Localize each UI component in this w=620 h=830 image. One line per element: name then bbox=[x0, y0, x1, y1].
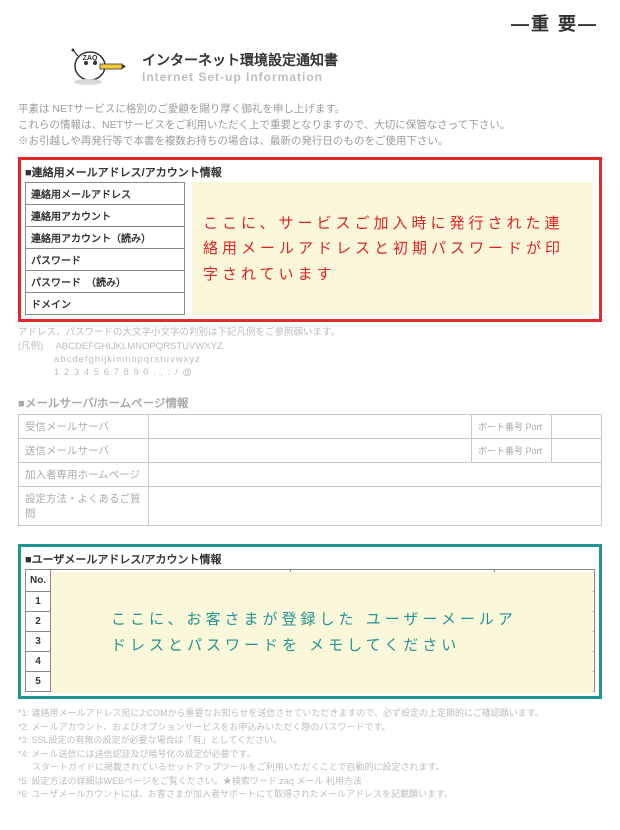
user-info-box: ■ユーザメールアドレス/アカウント情報 No. ユーザメールアドレス アカウント… bbox=[18, 544, 602, 699]
zaq-logo: ZAQ bbox=[68, 46, 128, 88]
section-title-user: ■ユーザメールアドレス/アカウント情報 bbox=[25, 551, 595, 567]
contact-row-account-read: 連絡用アカウント（読み） bbox=[26, 227, 185, 249]
recv-server-value bbox=[149, 415, 472, 439]
recv-server-label: 受信メールサーバ bbox=[19, 415, 149, 439]
send-port-value bbox=[552, 439, 602, 463]
send-server-value bbox=[149, 439, 472, 463]
send-server-label: 送信メールサーバ bbox=[19, 439, 149, 463]
important-label: ―重 要― bbox=[18, 10, 602, 36]
row-1-no: 1 bbox=[26, 592, 51, 612]
contact-row-email: 連絡用メールアドレス bbox=[26, 183, 185, 205]
row-5-no: 5 bbox=[26, 672, 51, 692]
contact-overlay: ここに、サービスご加入時に発行された連絡用メールアドレスと初期パスワードが印字さ… bbox=[191, 182, 593, 315]
section-title-server: ■メールサーバ/ホームページ情報 bbox=[18, 395, 602, 411]
intro-text: 平素は NETサービスに格別のご愛顧を賜り厚く御礼を申し上げます。 これらの情報… bbox=[18, 102, 602, 149]
send-port-label: ポート番号 Port bbox=[472, 439, 552, 463]
contact-row-domain: ドメイン bbox=[26, 293, 185, 315]
recv-port-value bbox=[552, 415, 602, 439]
section-title-contact: ■連絡用メールアドレス/アカウント情報 bbox=[25, 164, 595, 180]
legend-block: アドレス、パスワードの大文字小文字の判別は下記凡例をご参照願います。 (凡例) … bbox=[18, 326, 602, 379]
setup-faq-label: 設定方法・よくあるご質問 bbox=[19, 487, 149, 526]
svg-text:ZAQ: ZAQ bbox=[83, 55, 98, 62]
footnotes: *1: 連絡用メールアドレス宛にJ:COMから重要なお知らせを送信させていただき… bbox=[18, 707, 602, 802]
document-title-jp: インターネット環境設定通知書 bbox=[142, 50, 338, 70]
contact-overlay-text: ここに、サービスご加入時に発行された連絡用メールアドレスと初期パスワードが印字さ… bbox=[203, 211, 581, 288]
document-header: ZAQ インターネット環境設定通知書 Internet Set-up Infor… bbox=[68, 46, 602, 88]
col-no: No. bbox=[26, 570, 51, 592]
row-3-no: 3 bbox=[26, 632, 51, 652]
contact-row-account: 連絡用アカウント bbox=[26, 205, 185, 227]
user-overlay-text: ここに、お客さまが登録した ユーザーメールアドレスとパスワードを メモしてくださ… bbox=[111, 607, 533, 658]
server-table: 受信メールサーバ ポート番号 Port 送信メールサーバ ポート番号 Port … bbox=[18, 414, 602, 526]
contact-row-password-read: パスワード （読み） bbox=[26, 271, 185, 293]
contact-table: 連絡用メールアドレス 連絡用アカウント 連絡用アカウント（読み） パスワード パ… bbox=[25, 182, 185, 315]
user-overlay: ここに、お客さまが登録した ユーザーメールアドレスとパスワードを メモしてくださ… bbox=[51, 572, 593, 693]
recv-port-label: ポート番号 Port bbox=[472, 415, 552, 439]
member-page-value bbox=[149, 463, 602, 487]
row-2-no: 2 bbox=[26, 612, 51, 632]
contact-info-box: ■連絡用メールアドレス/アカウント情報 連絡用メールアドレス 連絡用アカウント … bbox=[18, 157, 602, 322]
row-4-no: 4 bbox=[26, 652, 51, 672]
member-page-label: 加入者専用ホームページ bbox=[19, 463, 149, 487]
contact-row-password: パスワード bbox=[26, 249, 185, 271]
setup-faq-value bbox=[149, 487, 602, 526]
document-title-en: Internet Set-up Information bbox=[142, 70, 338, 84]
